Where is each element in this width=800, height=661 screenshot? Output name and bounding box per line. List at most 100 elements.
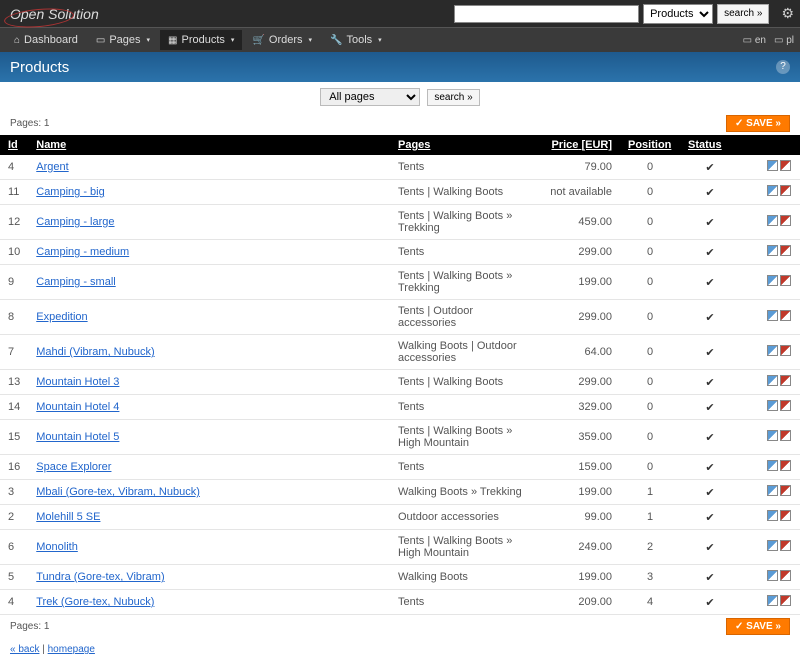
cell-name: Mountain Hotel 4 [28,395,390,420]
edit-icon[interactable] [767,345,778,356]
delete-icon[interactable] [780,185,791,196]
col-price[interactable]: Price [EUR] [540,135,620,155]
product-link[interactable]: Argent [36,161,68,173]
delete-icon[interactable] [780,160,791,171]
filter-search-button[interactable]: search » [427,89,479,106]
cell-pages: Walking Boots » Trekking [390,480,540,505]
product-link[interactable]: Mountain Hotel 5 [36,431,119,443]
help-icon[interactable]: ? [776,60,790,74]
product-link[interactable]: Mbali (Gore-tex, Vibram, Nubuck) [36,486,200,498]
delete-icon[interactable] [780,430,791,441]
product-link[interactable]: Camping - small [36,276,115,288]
edit-icon[interactable] [767,570,778,581]
delete-icon[interactable] [780,595,791,606]
nav-pages[interactable]: ▭Pages▾ [88,30,158,50]
cell-position: 0 [620,180,680,205]
col-pages[interactable]: Pages [390,135,540,155]
product-link[interactable]: Space Explorer [36,461,111,473]
product-link[interactable]: Mahdi (Vibram, Nubuck) [36,346,154,358]
product-link[interactable]: Mountain Hotel 3 [36,376,119,388]
search-scope-select[interactable]: Products [643,4,713,24]
cell-actions [740,370,800,395]
check-icon: ✔ [705,572,714,584]
product-link[interactable]: Monolith [36,541,78,553]
cell-id: 12 [0,205,28,240]
lang-en[interactable]: ▭ en [743,35,766,46]
product-link[interactable]: Tundra (Gore-tex, Vibram) [36,571,164,583]
edit-icon[interactable] [767,460,778,471]
nav-products[interactable]: ▦Products▾ [160,30,242,50]
delete-icon[interactable] [780,540,791,551]
cell-pages: Tents [390,395,540,420]
edit-icon[interactable] [767,540,778,551]
table-row: 9Camping - smallTents | Walking Boots » … [0,265,800,300]
gear-icon[interactable]: ⚙ [781,5,794,22]
cell-name: Camping - big [28,180,390,205]
pages-label: Pages: [10,621,41,632]
delete-icon[interactable] [780,275,791,286]
edit-icon[interactable] [767,510,778,521]
pages-filter-select[interactable]: All pages [320,88,420,106]
product-link[interactable]: Molehill 5 SE [36,511,100,523]
delete-icon[interactable] [780,245,791,256]
edit-icon[interactable] [767,245,778,256]
edit-icon[interactable] [767,430,778,441]
chevron-down-icon: ▾ [147,36,151,44]
cell-price: 99.00 [540,505,620,530]
delete-icon[interactable] [780,400,791,411]
product-link[interactable]: Camping - medium [36,246,129,258]
cell-status: ✔ [680,155,740,180]
product-link[interactable]: Camping - large [36,216,114,228]
nav-dashboard[interactable]: ⌂Dashboard [6,30,86,50]
delete-icon[interactable] [780,310,791,321]
cell-status: ✔ [680,395,740,420]
check-icon: ✔ [705,462,714,474]
product-link[interactable]: Camping - big [36,186,104,198]
cell-id: 16 [0,455,28,480]
search-button[interactable]: search » [717,4,769,24]
delete-icon[interactable] [780,460,791,471]
edit-icon[interactable] [767,275,778,286]
cell-status: ✔ [680,590,740,615]
col-status[interactable]: Status [680,135,740,155]
nav-tools[interactable]: 🔧Tools▾ [322,30,390,50]
nav-orders[interactable]: 🛒Orders▾ [244,30,320,50]
back-link[interactable]: « back [10,644,39,655]
edit-icon[interactable] [767,160,778,171]
cell-position: 0 [620,395,680,420]
cell-id: 7 [0,335,28,370]
cell-actions [740,240,800,265]
edit-icon[interactable] [767,185,778,196]
delete-icon[interactable] [780,485,791,496]
lang-pl[interactable]: ▭ pl [774,35,794,46]
edit-icon[interactable] [767,215,778,226]
save-button-bottom[interactable]: ✓ SAVE » [726,618,790,635]
wrench-icon: 🔧 [330,35,342,46]
product-link[interactable]: Expedition [36,311,87,323]
edit-icon[interactable] [767,375,778,386]
save-button-top[interactable]: ✓ SAVE » [726,115,790,132]
homepage-link[interactable]: homepage [48,644,95,655]
delete-icon[interactable] [780,375,791,386]
product-link[interactable]: Mountain Hotel 4 [36,401,119,413]
grid-icon: ▦ [168,35,177,46]
col-position[interactable]: Position [620,135,680,155]
delete-icon[interactable] [780,570,791,581]
edit-icon[interactable] [767,595,778,606]
delete-icon[interactable] [780,510,791,521]
cart-icon: 🛒 [252,35,264,46]
product-link[interactable]: Trek (Gore-tex, Nubuck) [36,596,154,608]
edit-icon[interactable] [767,400,778,411]
col-id[interactable]: Id [0,135,28,155]
cell-price: 159.00 [540,455,620,480]
table-row: 5Tundra (Gore-tex, Vibram)Walking Boots1… [0,565,800,590]
edit-icon[interactable] [767,485,778,496]
delete-icon[interactable] [780,215,791,226]
delete-icon[interactable] [780,345,791,356]
edit-icon[interactable] [767,310,778,321]
cell-id: 4 [0,590,28,615]
search-input[interactable] [454,5,639,23]
cell-actions [740,155,800,180]
cell-position: 0 [620,455,680,480]
col-name[interactable]: Name [28,135,390,155]
